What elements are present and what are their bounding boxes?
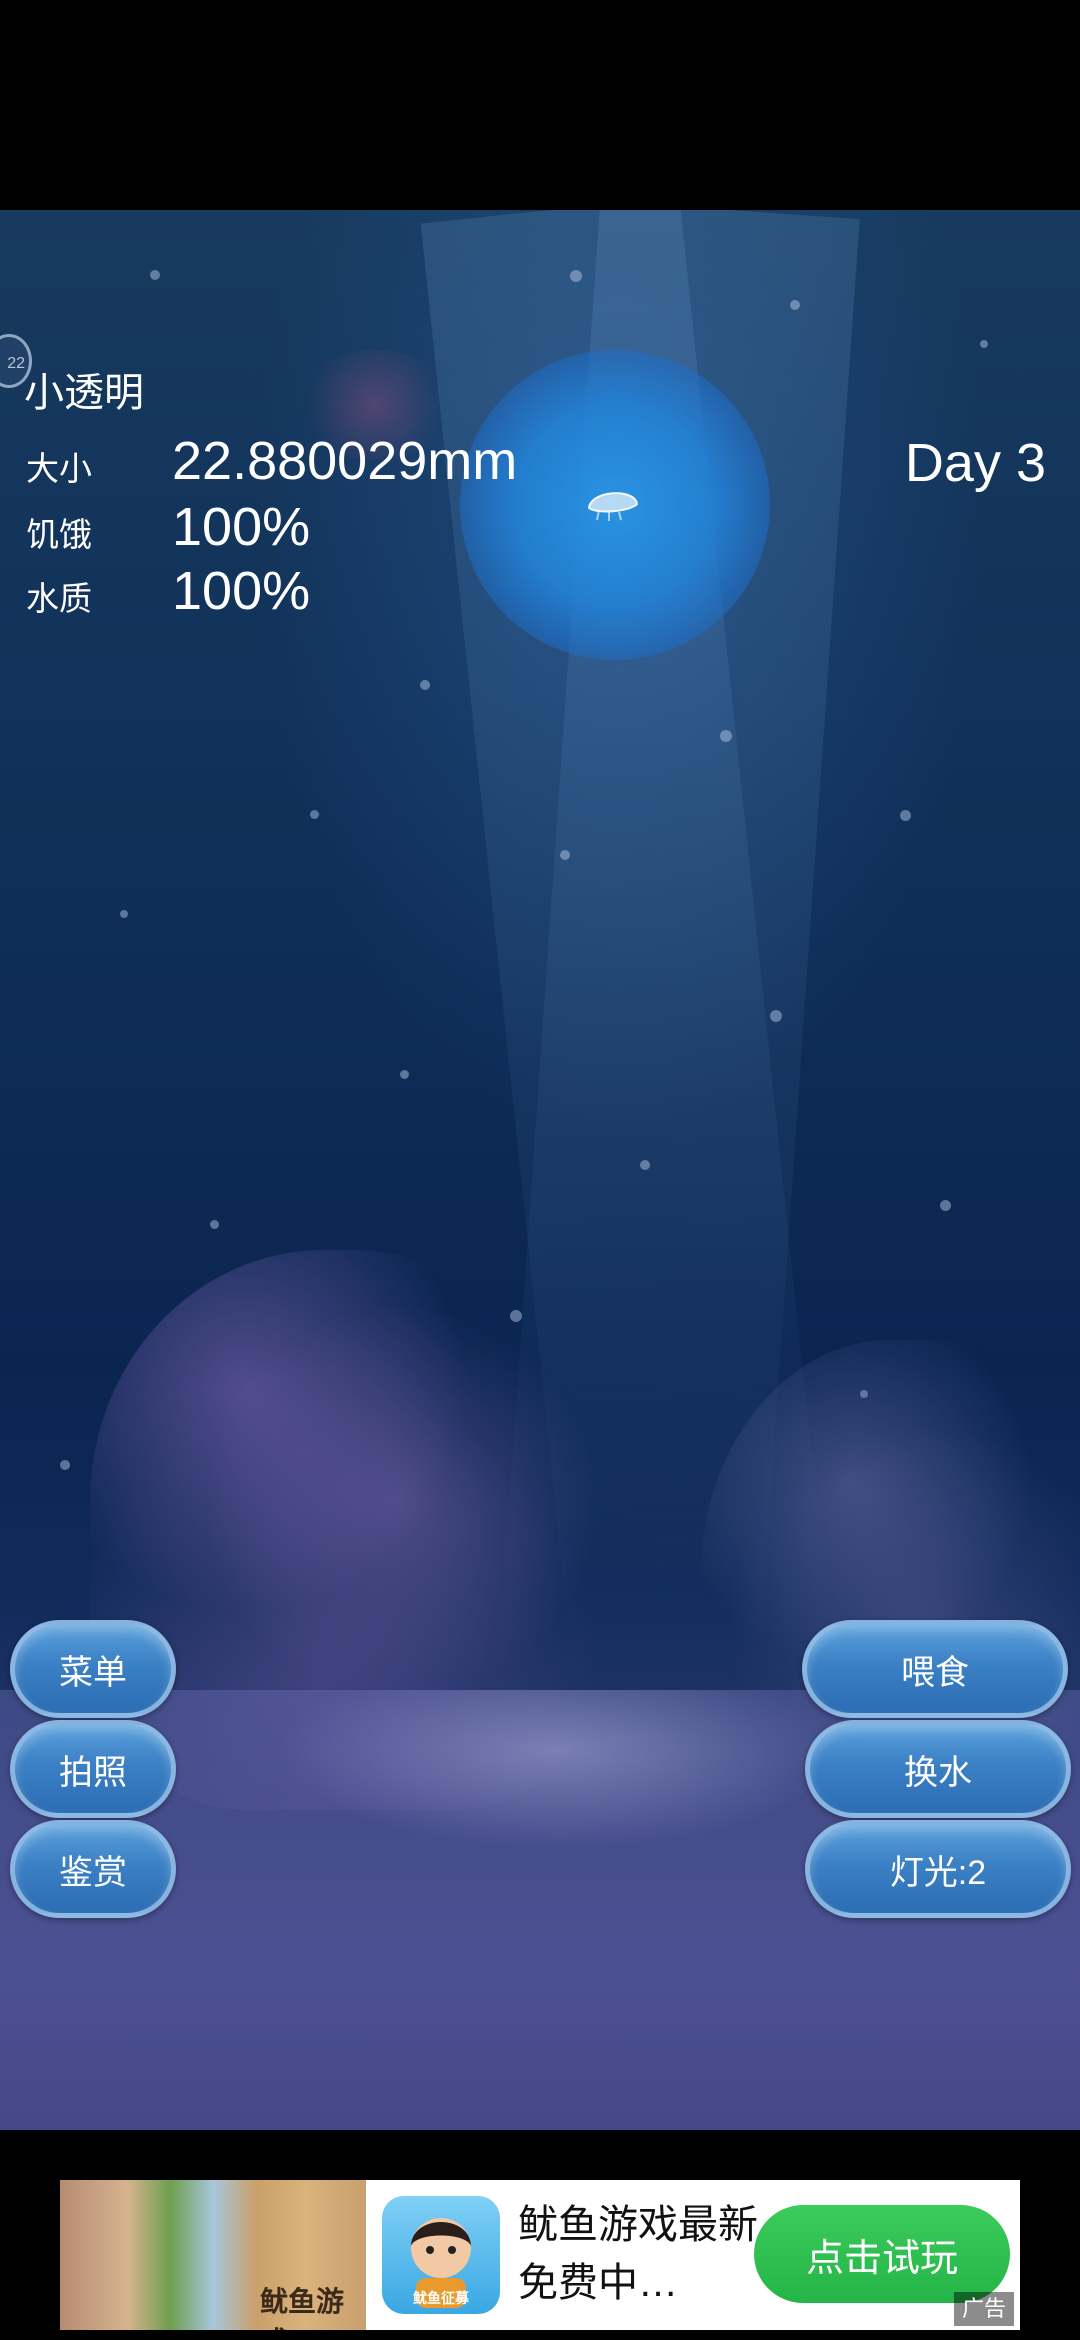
bubble [790,300,800,310]
bubble [980,340,988,348]
hunger-label: 饥饿 [26,516,92,553]
day-counter: Day 3 [904,433,1046,493]
bubble [210,1220,219,1229]
bubble [720,730,732,742]
bubble [150,270,160,280]
ad-title[interactable]: 鱿鱼游戏最新免费中… [518,2196,768,2312]
feed-button[interactable]: 喂食 [802,1620,1068,1718]
bubble [310,810,319,819]
appreciate-button[interactable]: 鉴赏 [10,1820,176,1918]
change-water-button[interactable]: 换水 [805,1720,1071,1818]
bubble [940,1200,951,1211]
hunger-value: 100% [172,497,311,557]
bubble [770,1010,782,1022]
bubble [560,850,570,860]
menu-button[interactable]: 菜单 [10,1620,176,1718]
ad-try-button[interactable]: 点击试玩 [754,2205,1010,2303]
water-quality-label: 水质 [26,580,92,617]
bubble [570,270,582,282]
bubble [60,1460,70,1470]
bubble [400,1070,409,1079]
bubble [420,680,430,690]
ad-thumbnail[interactable]: 鱿鱼游戏 [60,2180,366,2330]
bubble [900,810,911,821]
size-value: 22.880029mm [172,431,518,491]
water-quality-value: 100% [172,561,311,621]
bubble [640,1160,650,1170]
size-label: 大小 [26,450,92,487]
bubble [120,910,128,918]
pet-name: 小透明 [24,371,144,415]
light-button[interactable]: 灯光:2 [805,1820,1071,1918]
ad-thumbnail-text: 鱿鱼游戏 [260,2286,345,2330]
photo-button[interactable]: 拍照 [10,1720,176,1818]
ad-tag: 广告 [953,2292,1014,2326]
game-screen: 22 小透明 大小 22.880029mm Day 3 饥饿 100% 水质 1… [0,0,1080,2340]
ad-app-icon[interactable]: 鱿鱼征募 [382,2196,500,2314]
ad-app-label: 鱿鱼征募 [413,2290,469,2306]
ad-banner[interactable]: 鱿鱼游戏 鱿鱼征募 鱿鱼游戏最新免费中… 点击试玩 广告 [60,2180,1020,2330]
status-bar-area [0,0,1080,210]
jellyfish-icon[interactable] [585,482,641,522]
